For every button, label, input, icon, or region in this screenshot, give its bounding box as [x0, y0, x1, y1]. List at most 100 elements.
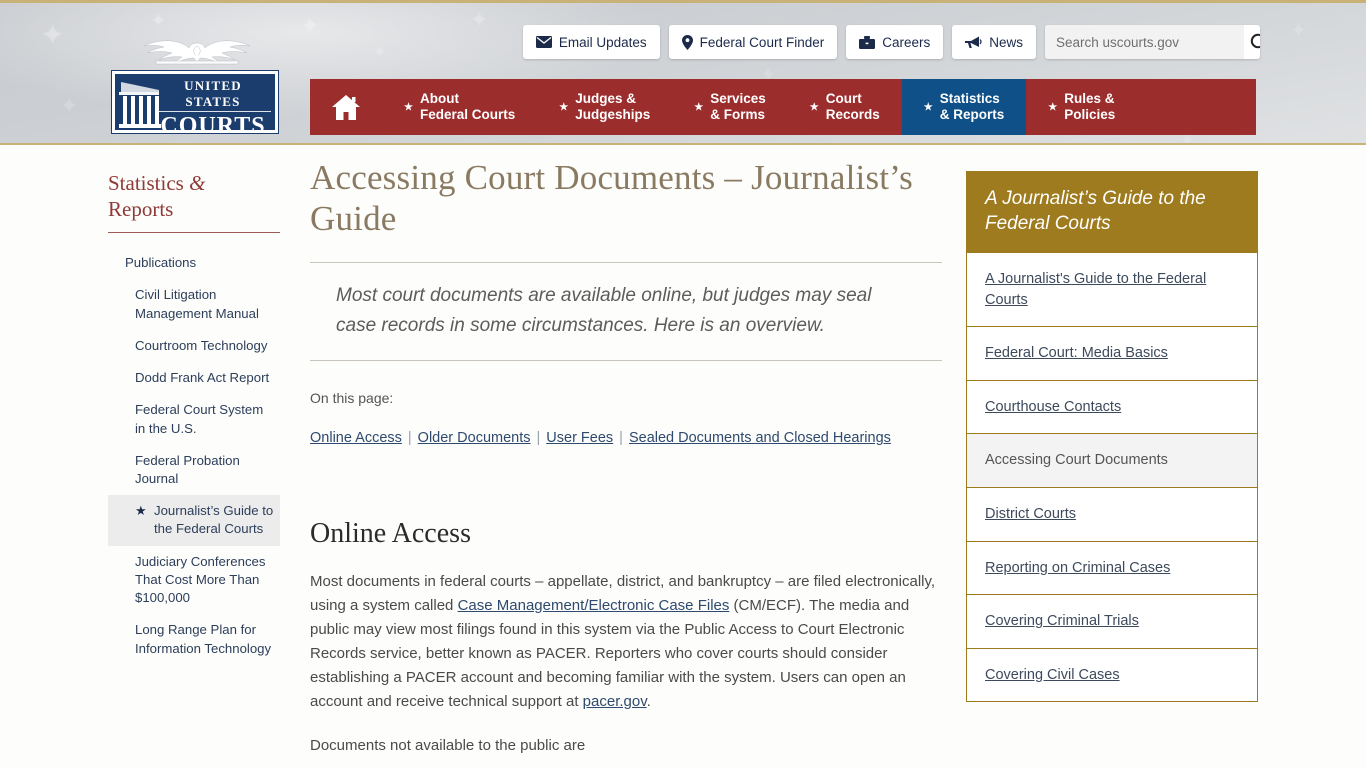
sidebar-item-label: Long Range Plan for Information Technolo… [135, 622, 272, 656]
envelope-icon [535, 36, 552, 48]
nav-label-line2: Federal Courts [419, 107, 516, 122]
nav-item-services-forms[interactable]: ★ Services & Forms [672, 79, 788, 135]
sidebar-item-federal-court-system-in-the-us[interactable]: Federal Court System in the U.S. [108, 394, 280, 444]
related-links-card: A Journalist’s Guide to the Federal Cour… [966, 171, 1258, 703]
search-input[interactable] [1045, 25, 1244, 59]
jump-link-older-documents[interactable]: Older Documents [418, 430, 531, 446]
email-updates-button[interactable]: Email Updates [522, 25, 660, 59]
related-link-label[interactable]: Covering Civil Cases [985, 667, 1120, 683]
paragraph-documents-not-available: Documents not available to the public ar… [310, 736, 586, 754]
related-link-covering-civil-cases[interactable]: Covering Civil Cases [967, 647, 1257, 702]
sidebar-item-judiciary-conferences[interactable]: Judiciary Conferences That Cost More Tha… [108, 546, 280, 615]
nav-label-line2: Policies [1064, 107, 1116, 122]
related-link-label[interactable]: Courthouse Contacts [985, 399, 1121, 415]
main-navigation: ★ About Federal Courts ★ Judges & Judges… [310, 79, 1256, 135]
site-logo[interactable]: UNITED STATES COURTS [112, 40, 280, 133]
jump-link-sealed-documents[interactable]: Sealed Documents and Closed Hearings [629, 430, 891, 446]
sidebar-item-journalists-guide-to-the-federal-courts[interactable]: ★ Journalist’s Guide to the Federal Cour… [108, 495, 280, 546]
related-link-label[interactable]: A Journalist's Guide to the Federal Cour… [985, 271, 1206, 308]
news-label: News [989, 34, 1023, 50]
related-link-accessing-court-documents-current: Accessing Court Documents [967, 433, 1257, 488]
nav-label-line2: Records [825, 107, 880, 122]
nav-label-line2: Judgeships [575, 107, 651, 122]
sidebar-item-label: Federal Court System in the U.S. [135, 402, 264, 436]
link-pacer-gov[interactable]: pacer.gov [583, 693, 647, 710]
nav-item-label: Rules & Policies [1064, 91, 1115, 124]
related-link-reporting-on-criminal-cases[interactable]: Reporting on Criminal Cases [967, 540, 1257, 595]
star-icon: ★ [694, 101, 704, 113]
utility-nav: Email Updates Federal Court Finder Caree… [522, 25, 1260, 59]
link-case-management-electronic-case-files[interactable]: Case Management/Electronic Case Files [458, 597, 730, 614]
sidebar-item-label: Judiciary Conferences That Cost More Tha… [135, 553, 266, 606]
sidebar-title-part1: Statistics [108, 171, 190, 195]
sidebar-item-label: Federal Probation Journal [135, 452, 240, 486]
careers-label: Careers [882, 34, 931, 50]
nav-item-judges-judgeships[interactable]: ★ Judges & Judgeships [537, 79, 672, 135]
sidebar-title-part2: Reports [108, 196, 174, 221]
federal-court-finder-label: Federal Court Finder [699, 34, 825, 50]
nav-label-line2: & Reports [939, 107, 1005, 122]
nav-label-line1: Services [710, 90, 766, 106]
nav-item-rules-policies[interactable]: ★ Rules & Policies [1026, 79, 1137, 135]
sidebar-title-amp: & [189, 171, 206, 195]
related-link-label[interactable]: Federal Court: Media Basics [985, 345, 1168, 361]
paragraph-text-part3: . [646, 692, 651, 710]
jump-link-online-access[interactable]: Online Access [310, 430, 402, 446]
site-header: ✦ ✦ ✦ ✦ ✦ ✦ ✦ ✦ ✦ ✦ ✦ ✦ [0, 0, 1366, 145]
sidebar-item-label: Civil Litigation Management Manual [135, 287, 259, 321]
logo-wordmark: UNITED STATES COURTS [155, 78, 271, 130]
nav-item-court-records[interactable]: ★ Court Records [788, 79, 902, 135]
related-link-courthouse-contacts[interactable]: Courthouse Contacts [967, 379, 1257, 434]
careers-button[interactable]: Careers [846, 25, 944, 59]
nav-item-label: Judges & Judgeships [575, 91, 650, 124]
related-link-federal-court-media-basics[interactable]: Federal Court: Media Basics [967, 326, 1257, 380]
logo-plate: UNITED STATES COURTS [112, 71, 278, 133]
briefcase-icon [859, 35, 876, 49]
nav-item-statistics-reports[interactable]: ★ Statistics & Reports [901, 79, 1027, 135]
related-link-district-courts[interactable]: District Courts [967, 487, 1257, 541]
related-link-covering-criminal-trials[interactable]: Covering Criminal Trials [967, 594, 1257, 648]
related-link-label: Accessing Court Documents [985, 452, 1168, 469]
paragraph-online-access: Most documents in federal courts – appel… [310, 570, 942, 714]
page-title: Accessing Court Documents – Journalist’s… [310, 158, 913, 239]
sidebar-item-label: Dodd Frank Act Report [135, 370, 270, 386]
deck-divider [310, 360, 942, 362]
sidebar-item-courtroom-technology[interactable]: Courtroom Technology [108, 330, 280, 362]
nav-home-button[interactable] [310, 79, 382, 135]
jump-link-user-fees[interactable]: User Fees [546, 430, 613, 446]
nav-item-label: Statistics & Reports [940, 91, 1005, 124]
link-separator: | [407, 430, 412, 447]
on-this-page-label: On this page: [310, 390, 394, 407]
related-link-label[interactable]: Reporting on Criminal Cases [985, 560, 1170, 576]
nav-label-line1: Court [825, 90, 862, 106]
site-search[interactable] [1045, 25, 1260, 59]
nav-label-line1: Judges & [575, 90, 636, 106]
sidebar-item-federal-probation-journal[interactable]: Federal Probation Journal [108, 445, 280, 495]
nav-label-line1: About [419, 90, 459, 106]
nav-label-line1: Statistics [939, 90, 1000, 106]
section-heading-online-access: Online Access [310, 517, 471, 549]
nav-item-label: About Federal Courts [420, 91, 515, 124]
page-deck: Most court documents are available onlin… [336, 284, 872, 337]
related-link-label[interactable]: District Courts [985, 506, 1076, 522]
sidebar-item-label: Publications [125, 255, 197, 271]
email-updates-label: Email Updates [558, 34, 647, 50]
star-icon: ★ [809, 101, 819, 113]
left-sidebar: Statistics & Reports Publications Civil … [108, 145, 280, 758]
link-separator: | [619, 430, 623, 447]
news-button[interactable]: News [952, 25, 1036, 59]
sidebar-item-dodd-frank-act-report[interactable]: Dodd Frank Act Report [108, 362, 280, 394]
sidebar-item-civil-litigation-management-manual[interactable]: Civil Litigation Management Manual [108, 279, 280, 329]
nav-item-about-federal-courts[interactable]: ★ About Federal Courts [382, 79, 537, 135]
nav-label-line2: & Forms [710, 107, 765, 122]
nav-item-label: Court Records [826, 91, 880, 124]
search-submit-button[interactable] [1244, 25, 1260, 59]
right-sidebar: A Journalist’s Guide to the Federal Cour… [966, 145, 1258, 758]
related-links-heading: A Journalist’s Guide to the Federal Cour… [967, 172, 1257, 253]
related-link-journalists-guide[interactable]: A Journalist's Guide to the Federal Cour… [967, 252, 1257, 326]
sidebar-item-publications[interactable]: Publications [108, 247, 280, 279]
related-link-label[interactable]: Covering Criminal Trials [985, 613, 1139, 629]
page-body: Statistics & Reports Publications Civil … [0, 145, 1366, 766]
federal-court-finder-button[interactable]: Federal Court Finder [668, 25, 838, 59]
sidebar-item-long-range-plan-for-information-technology[interactable]: Long Range Plan for Information Technolo… [108, 614, 280, 664]
